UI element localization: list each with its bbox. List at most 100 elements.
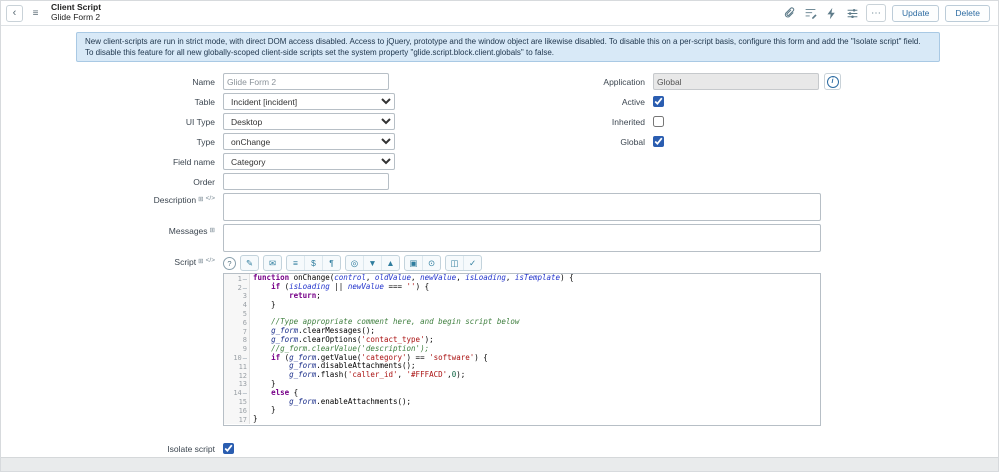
code-line: 4 } xyxy=(224,300,820,310)
script-field-row: Script ⊞ </> ? ✎ ✉ ≡ $ ¶ ◎ ▼ ▲ ▣ ⊙ ◫ ✓ 1– function onC… xyxy=(1,255,998,427)
field-name-select[interactable]: Category xyxy=(223,153,395,171)
replace-button[interactable]: $ xyxy=(305,256,323,271)
line-number: 17 xyxy=(224,415,250,424)
back-icon: ‹ xyxy=(12,7,17,19)
active-field-row: Active xyxy=(471,93,901,110)
global-label: Global xyxy=(620,136,645,147)
code-line: 3 return; xyxy=(224,291,820,301)
wrap-lines-button[interactable]: ¶ xyxy=(323,256,340,270)
translate-icon: ⊞ xyxy=(198,196,204,204)
application-label: Application xyxy=(603,76,645,87)
script-label: Script ⊞ </> xyxy=(174,257,215,268)
script-editor: ? ✎ ✉ ≡ $ ¶ ◎ ▼ ▲ ▣ ⊙ ◫ ✓ 1– function onChange(contr… xyxy=(223,255,821,427)
global-field-row: Global xyxy=(471,133,901,150)
description-field-row: Description ⊞ </> xyxy=(1,193,998,222)
order-label: Order xyxy=(193,176,215,187)
table-label: Table xyxy=(194,96,215,107)
isolate-script-label: Isolate script xyxy=(167,443,215,454)
comment-button[interactable]: ✉ xyxy=(264,256,281,270)
line-number: 7 xyxy=(224,327,250,336)
record-title-block: Client Script Glide Form 2 xyxy=(51,3,101,22)
personalize-form-button[interactable] xyxy=(803,6,818,21)
search-button[interactable]: ◎ xyxy=(346,256,364,271)
footer-strip xyxy=(1,457,998,471)
global-checkbox[interactable] xyxy=(653,136,664,148)
code-line: 13 } xyxy=(224,379,820,389)
history-button[interactable]: ⊙ xyxy=(423,256,440,270)
search-next-button[interactable]: ▼ xyxy=(364,256,382,271)
code-line: 15 g_form.enableAttachments(); xyxy=(224,397,820,407)
application-field-row: Application i xyxy=(471,73,901,91)
info-icon: i xyxy=(826,75,839,88)
table-select[interactable]: Incident [incident] xyxy=(223,93,395,111)
messages-textarea[interactable] xyxy=(223,224,821,253)
line-number: 8 xyxy=(224,335,250,345)
code-line: 12 g_form.flash('caller_id', '#FFFACD',0… xyxy=(224,370,820,380)
line-number: 1– xyxy=(224,274,250,284)
context-menu-button[interactable]: ≡ xyxy=(27,4,44,22)
lightning-icon xyxy=(827,7,835,19)
code-line: 16 } xyxy=(224,406,820,416)
translate-icon: ⊞ xyxy=(198,258,204,266)
line-number: 16 xyxy=(224,406,250,416)
code-icon: </> xyxy=(205,257,215,265)
fold-marker-icon[interactable]: – xyxy=(243,275,247,283)
line-number: 2– xyxy=(224,283,250,292)
update-button[interactable]: Update xyxy=(892,4,940,22)
type-label: Type xyxy=(196,136,215,147)
back-button[interactable]: ‹ xyxy=(6,4,23,22)
toolbar-button-groups: ✎ ✉ ≡ $ ¶ ◎ ▼ ▲ ▣ ⊙ ◫ ✓ xyxy=(240,255,482,272)
line-number: 5 xyxy=(224,309,250,319)
edit-list-icon xyxy=(805,8,817,19)
inherited-field-row: Inherited xyxy=(471,113,901,130)
code-editor-area[interactable]: 1– function onChange(control, oldValue, n… xyxy=(223,273,821,427)
hamburger-icon: ≡ xyxy=(32,7,39,19)
line-number: 4 xyxy=(224,300,250,310)
isolate-script-field-row: Isolate script xyxy=(1,440,998,457)
active-label: Active xyxy=(621,96,645,107)
right-column: Application i Active Inherited Global xyxy=(471,73,901,153)
syntax-check-button[interactable]: ✓ xyxy=(464,256,481,270)
line-number: 15 xyxy=(224,397,250,407)
code-text[interactable]: } xyxy=(250,414,258,424)
filter-button[interactable] xyxy=(845,6,860,21)
field-name-field-row: Field name Category xyxy=(1,153,998,171)
activity-stream-button[interactable] xyxy=(824,6,839,21)
type-select[interactable]: onChange xyxy=(223,133,395,151)
record-name-subtitle: Glide Form 2 xyxy=(51,12,101,22)
order-field-row: Order xyxy=(1,173,998,191)
inherited-label: Inherited xyxy=(611,116,645,127)
inherited-checkbox[interactable] xyxy=(653,116,664,128)
line-number: 13 xyxy=(224,379,250,389)
outline-button[interactable]: ≡ xyxy=(287,256,305,271)
application-info-button[interactable]: i xyxy=(824,73,841,91)
line-number: 11 xyxy=(224,362,250,372)
description-textarea[interactable] xyxy=(223,193,821,222)
description-label: Description ⊞ </> xyxy=(153,195,215,206)
code-text[interactable]: g_form.flash('caller_id', '#FFFACD',0); xyxy=(250,370,465,380)
save-script-button[interactable]: ◫ xyxy=(446,256,464,271)
order-input[interactable] xyxy=(223,173,389,191)
search-prev-button[interactable]: ▲ xyxy=(382,256,399,270)
fold-marker-icon[interactable]: – xyxy=(243,284,247,292)
banner-text: New client-scripts are run in strict mod… xyxy=(85,37,921,58)
line-number: 12 xyxy=(224,371,250,380)
name-input[interactable] xyxy=(223,73,389,91)
fold-marker-icon[interactable]: – xyxy=(243,389,247,397)
isolate-script-checkbox[interactable] xyxy=(223,443,234,455)
ellipsis-icon: ⋯ xyxy=(871,7,881,19)
active-checkbox[interactable] xyxy=(653,96,664,108)
more-options-button[interactable]: ⋯ xyxy=(866,4,886,22)
fold-marker-icon[interactable]: – xyxy=(243,354,247,362)
code-text[interactable]: } xyxy=(250,300,276,310)
format-code-button[interactable]: ✎ xyxy=(241,256,258,270)
strict-mode-info-banner: New client-scripts are run in strict mod… xyxy=(76,32,940,63)
ui-type-select[interactable]: Desktop xyxy=(223,113,395,131)
attachment-button[interactable] xyxy=(782,6,797,21)
delete-button[interactable]: Delete xyxy=(945,4,990,22)
paperclip-icon xyxy=(784,6,795,18)
preview-button[interactable]: ▣ xyxy=(405,256,423,271)
sliders-icon xyxy=(847,8,858,18)
form-header: ‹ ≡ Client Script Glide Form 2 ⋯ Update … xyxy=(1,1,998,26)
editor-help-button[interactable]: ? xyxy=(223,256,236,270)
